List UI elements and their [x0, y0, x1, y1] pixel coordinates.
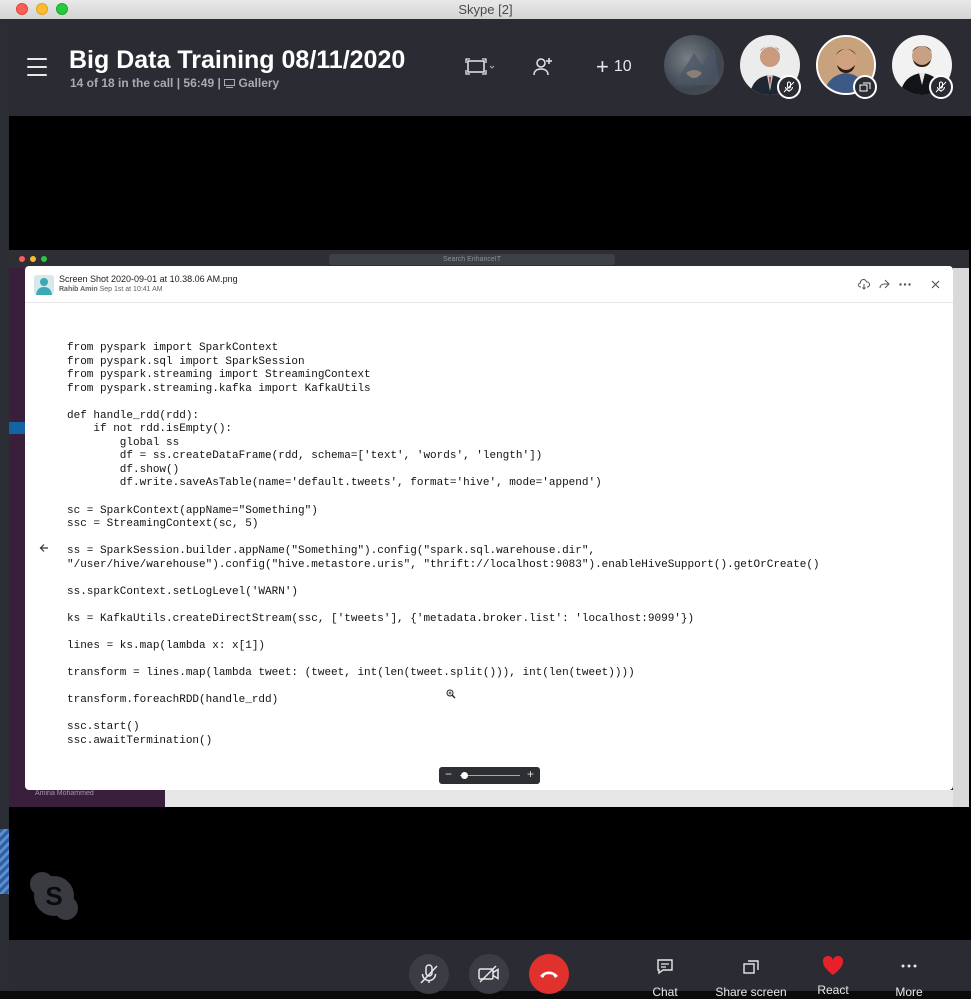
share-button[interactable]: [877, 277, 891, 291]
more-label: More: [895, 985, 923, 999]
user-icon: [36, 278, 52, 295]
image-meta: Rahib Amin Sep 1st at 10:41 AM: [59, 286, 163, 293]
screen-sharing-badge: [853, 75, 877, 99]
share-screen-label: Share screen: [715, 985, 787, 999]
participant-count: 14 of 18 in the call: [70, 76, 174, 90]
share-screen-button[interactable]: Share screen: [711, 958, 791, 999]
more-actions-button[interactable]: [898, 277, 912, 291]
window-title-bar: Skype [2]: [0, 0, 971, 20]
zoom-cursor-icon: [446, 686, 456, 704]
view-layout-button[interactable]: [465, 53, 495, 81]
call-duration: 56:49: [183, 76, 215, 90]
cloud-download-icon: [858, 278, 870, 290]
add-participant-button[interactable]: [532, 53, 554, 81]
more-button[interactable]: More: [869, 958, 949, 999]
previous-image-button[interactable]: [33, 537, 55, 559]
image-viewer: Screen Shot 2020-09-01 at 10.38.06 AM.pn…: [25, 266, 953, 790]
svg-text:S: S: [45, 881, 62, 911]
participant-avatar[interactable]: [664, 35, 724, 95]
desktop-edge: [0, 19, 9, 991]
more-participants-button[interactable]: + 10: [596, 53, 632, 81]
close-icon: [931, 280, 939, 288]
mic-off-icon: [420, 964, 438, 984]
call-status: 14 of 18 in the call | 56:49 | Gallery: [70, 76, 279, 90]
video-off-icon: [478, 965, 499, 983]
close-viewer-button[interactable]: [928, 277, 942, 291]
shared-search-field: Search EnhanceIT: [329, 254, 615, 265]
status-separator: |: [176, 76, 181, 90]
upload-date: Sep 1st at 10:41 AM: [99, 286, 163, 293]
zoom-controls: − +: [439, 767, 540, 784]
hamburger-menu-icon[interactable]: [27, 58, 47, 76]
muted-badge: [777, 75, 801, 99]
gallery-view-toggle[interactable]: Gallery: [224, 76, 279, 90]
video-toggle-button[interactable]: [469, 954, 509, 994]
mute-button[interactable]: [409, 954, 449, 994]
shared-sidebar: [9, 268, 25, 807]
gallery-icon: [224, 79, 236, 88]
ellipsis-icon: [899, 282, 911, 286]
window-title: Skype [2]: [458, 2, 513, 17]
react-label: React: [817, 983, 849, 997]
photo-placeholder-icon: [674, 47, 720, 85]
heart-icon: [822, 955, 844, 975]
status-separator: |: [217, 76, 221, 90]
chat-label: Chat: [652, 985, 678, 999]
add-person-icon: [533, 58, 552, 76]
zoom-slider-track[interactable]: [460, 775, 520, 776]
muted-badge: [929, 75, 953, 99]
shared-sidebar-selection: [9, 422, 25, 434]
hang-up-icon: [540, 971, 558, 978]
image-filename: Screen Shot 2020-09-01 at 10.38.06 AM.pn…: [59, 274, 238, 284]
image-viewer-header: Screen Shot 2020-09-01 at 10.38.06 AM.pn…: [25, 266, 953, 303]
shared-sidebar-footer: Amina Mohammed: [25, 790, 165, 807]
zoom-out-button[interactable]: −: [445, 767, 452, 781]
zoom-in-button[interactable]: +: [527, 767, 534, 781]
uploader-avatar: [34, 275, 54, 295]
zoom-slider-handle[interactable]: [460, 772, 468, 779]
shared-right-panel: [953, 268, 969, 807]
shared-composer: [165, 790, 953, 807]
mic-off-icon: [935, 81, 947, 93]
share-screen-icon: [743, 960, 759, 974]
chat-icon: [657, 959, 673, 975]
share-screen-icon: [859, 82, 871, 92]
call-title: Big Data Training 08/11/2020: [69, 46, 406, 74]
download-button[interactable]: [857, 277, 871, 291]
end-call-button[interactable]: [529, 954, 569, 994]
mic-off-icon: [783, 81, 795, 93]
fullscreen-icon: [465, 58, 495, 75]
share-arrow-icon: [879, 279, 890, 288]
skype-logo-icon: S: [29, 871, 79, 921]
arrow-left-icon: [39, 544, 48, 552]
ellipsis-icon: [901, 964, 917, 968]
gallery-label: Gallery: [238, 76, 280, 90]
call-header: Big Data Training 08/11/2020 14 of 18 in…: [9, 19, 971, 116]
more-participants-count: 10: [613, 58, 632, 75]
plus-icon: +: [596, 54, 609, 79]
uploader-name: Rahib Amin: [59, 286, 98, 293]
code-screenshot: from pyspark import SparkContext from py…: [67, 342, 820, 747]
chat-button[interactable]: Chat: [625, 958, 705, 999]
